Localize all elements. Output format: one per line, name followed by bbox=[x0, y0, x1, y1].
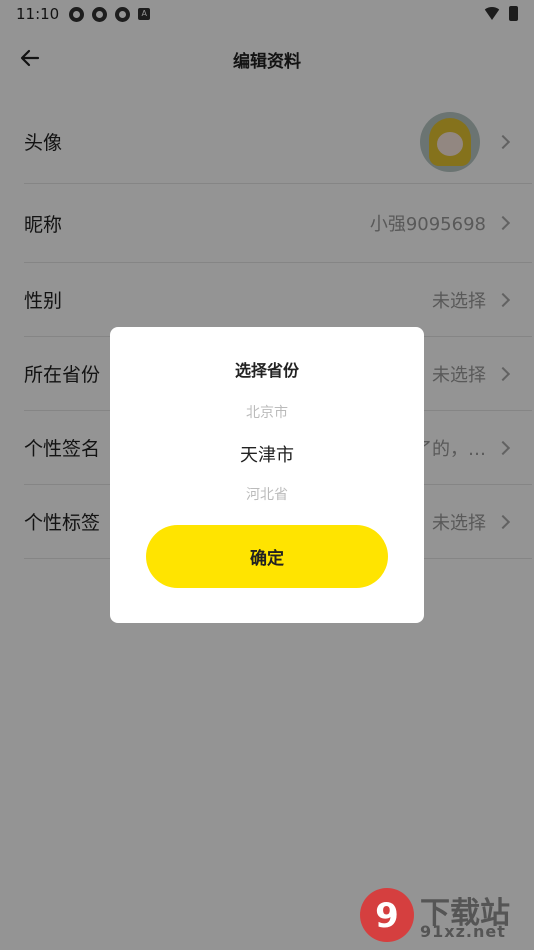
watermark-domain: 91xz.net bbox=[420, 922, 506, 941]
confirm-button[interactable]: 确定 bbox=[146, 525, 388, 588]
dialog-title: 选择省份 bbox=[234, 361, 299, 380]
province-picker-dialog: 选择省份 北京市 天津市 河北省 确定 bbox=[110, 327, 424, 623]
picker-option-selected[interactable]: 天津市 bbox=[110, 441, 424, 467]
watermark-logo-icon: 9 bbox=[360, 888, 414, 942]
picker-option[interactable]: 河北省 bbox=[110, 484, 424, 504]
picker-option[interactable]: 北京市 bbox=[110, 402, 424, 422]
svg-text:9: 9 bbox=[375, 896, 399, 936]
watermark: 9 下载站 91xz.net bbox=[358, 886, 528, 946]
